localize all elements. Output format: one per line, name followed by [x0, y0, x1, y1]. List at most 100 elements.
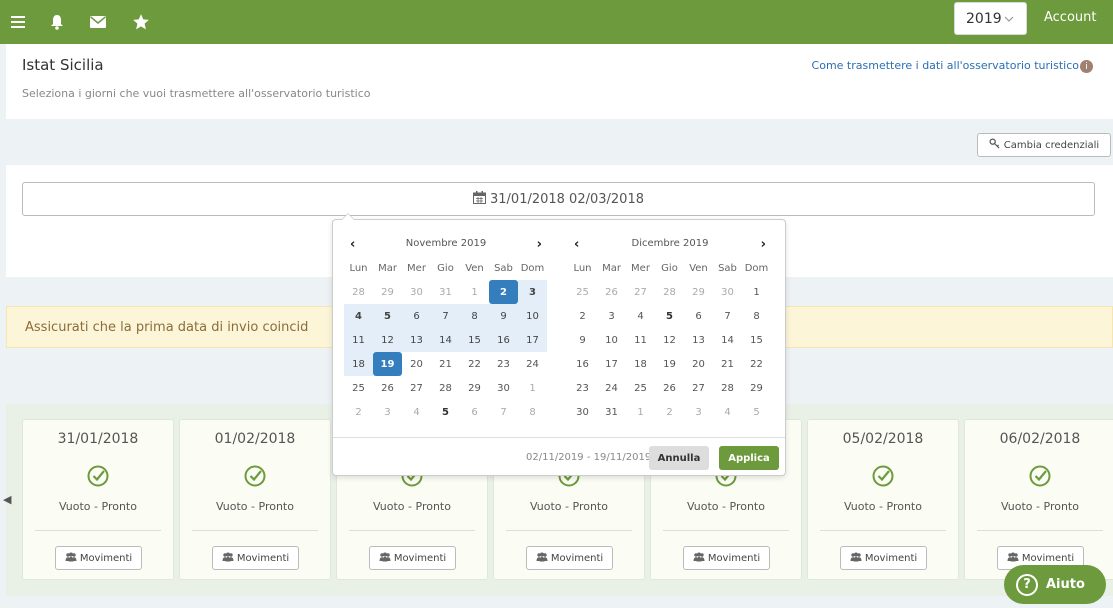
calendar-day[interactable]: 20 [402, 352, 431, 376]
calendar-day[interactable]: 25 [626, 376, 655, 400]
calendar-day[interactable]: 27 [684, 376, 713, 400]
movements-button[interactable]: Movimenti [212, 546, 299, 570]
change-credentials-button[interactable]: Cambia credenziali [977, 133, 1111, 157]
calendar-day[interactable]: 15 [460, 328, 489, 352]
calendar-day[interactable]: 21 [713, 352, 742, 376]
movements-button[interactable]: Movimenti [683, 546, 770, 570]
calendar-day[interactable]: 22 [460, 352, 489, 376]
calendar-day[interactable]: 18 [626, 352, 655, 376]
calendar-day[interactable]: 26 [655, 376, 684, 400]
next-month-icon[interactable]: › [761, 237, 766, 252]
calendar-day[interactable]: 23 [568, 376, 597, 400]
calendar-day[interactable]: 12 [373, 328, 402, 352]
calendar-day[interactable]: 5 [742, 400, 771, 424]
scroll-left-arrow-icon[interactable]: ◀ [3, 493, 11, 506]
calendar-day[interactable]: 27 [402, 376, 431, 400]
calendar-day[interactable]: 5 [373, 304, 402, 328]
calendar-day[interactable]: 13 [402, 328, 431, 352]
calendar-day[interactable]: 28 [431, 376, 460, 400]
apply-button[interactable]: Applica [719, 446, 779, 470]
calendar-day[interactable]: 3 [373, 400, 402, 424]
calendar-day[interactable]: 19 [655, 352, 684, 376]
calendar-day[interactable]: 4 [344, 304, 373, 328]
calendar-day[interactable]: 16 [489, 328, 518, 352]
menu-icon[interactable] [8, 0, 28, 44]
calendar-day[interactable]: 30 [568, 400, 597, 424]
calendar-day[interactable]: 3 [684, 400, 713, 424]
movements-button[interactable]: Movimenti [55, 546, 142, 570]
help-guide-link[interactable]: Come trasmettere i dati all'osservatorio… [812, 59, 1079, 72]
calendar-day[interactable]: 11 [344, 328, 373, 352]
calendar-day[interactable]: 4 [402, 400, 431, 424]
calendar-day[interactable]: 2 [489, 280, 518, 304]
cancel-button[interactable]: Annulla [649, 446, 709, 470]
calendar-day[interactable]: 9 [568, 328, 597, 352]
calendar-day[interactable]: 6 [460, 400, 489, 424]
calendar-day[interactable]: 12 [655, 328, 684, 352]
calendar-day[interactable]: 19 [373, 352, 402, 376]
bell-icon[interactable] [47, 0, 67, 44]
calendar-day[interactable]: 17 [597, 352, 626, 376]
calendar-day[interactable]: 14 [431, 328, 460, 352]
calendar-day[interactable]: 17 [518, 328, 547, 352]
calendar-day[interactable]: 9 [489, 304, 518, 328]
calendar-day[interactable]: 15 [742, 328, 771, 352]
calendar-day[interactable]: 25 [344, 376, 373, 400]
calendar-day[interactable]: 18 [344, 352, 373, 376]
calendar-day[interactable]: 25 [568, 280, 597, 304]
calendar-day[interactable]: 24 [597, 376, 626, 400]
year-select[interactable]: 2019 [954, 2, 1027, 35]
calendar-day[interactable]: 10 [518, 304, 547, 328]
date-range-input[interactable]: 31/01/2018 02/03/2018 [22, 182, 1095, 216]
calendar-day[interactable]: 4 [626, 304, 655, 328]
calendar-day[interactable]: 22 [742, 352, 771, 376]
calendar-day[interactable]: 5 [431, 400, 460, 424]
calendar-day[interactable]: 26 [373, 376, 402, 400]
calendar-day[interactable]: 30 [713, 280, 742, 304]
movements-button[interactable]: Movimenti [526, 546, 613, 570]
calendar-day[interactable]: 8 [460, 304, 489, 328]
calendar-day[interactable]: 31 [431, 280, 460, 304]
calendar-day[interactable]: 3 [597, 304, 626, 328]
calendar-day[interactable]: 30 [402, 280, 431, 304]
calendar-day[interactable]: 7 [713, 304, 742, 328]
calendar-day[interactable]: 11 [626, 328, 655, 352]
calendar-day[interactable]: 27 [626, 280, 655, 304]
calendar-day[interactable]: 29 [373, 280, 402, 304]
info-icon[interactable]: i [1080, 60, 1093, 73]
calendar-day[interactable]: 16 [568, 352, 597, 376]
calendar-day[interactable]: 14 [713, 328, 742, 352]
calendar-day[interactable]: 3 [518, 280, 547, 304]
calendar-day[interactable]: 1 [460, 280, 489, 304]
help-button[interactable]: ? Aiuto [1004, 565, 1106, 604]
calendar-day[interactable]: 6 [402, 304, 431, 328]
calendar-day[interactable]: 20 [684, 352, 713, 376]
next-month-icon[interactable]: › [537, 237, 542, 252]
calendar-day[interactable]: 28 [655, 280, 684, 304]
calendar-day[interactable]: 8 [742, 304, 771, 328]
calendar-day[interactable]: 24 [518, 352, 547, 376]
calendar-day[interactable]: 26 [597, 280, 626, 304]
calendar-day[interactable]: 31 [597, 400, 626, 424]
calendar-day[interactable]: 21 [431, 352, 460, 376]
calendar-day[interactable]: 6 [684, 304, 713, 328]
calendar-day[interactable]: 2 [568, 304, 597, 328]
calendar-day[interactable]: 29 [684, 280, 713, 304]
movements-button[interactable]: Movimenti [369, 546, 456, 570]
calendar-day[interactable]: 28 [344, 280, 373, 304]
calendar-day[interactable]: 28 [713, 376, 742, 400]
movements-button[interactable]: Movimenti [840, 546, 927, 570]
calendar-day[interactable]: 7 [431, 304, 460, 328]
star-icon[interactable] [130, 0, 152, 44]
calendar-day[interactable]: 23 [489, 352, 518, 376]
calendar-day[interactable]: 1 [626, 400, 655, 424]
calendar-day[interactable]: 10 [597, 328, 626, 352]
calendar-day[interactable]: 1 [742, 280, 771, 304]
calendar-day[interactable]: 1 [518, 376, 547, 400]
calendar-day[interactable]: 30 [489, 376, 518, 400]
calendar-day[interactable]: 2 [655, 400, 684, 424]
calendar-day[interactable]: 5 [655, 304, 684, 328]
calendar-day[interactable]: 7 [489, 400, 518, 424]
calendar-day[interactable]: 29 [742, 376, 771, 400]
calendar-day[interactable]: 13 [684, 328, 713, 352]
